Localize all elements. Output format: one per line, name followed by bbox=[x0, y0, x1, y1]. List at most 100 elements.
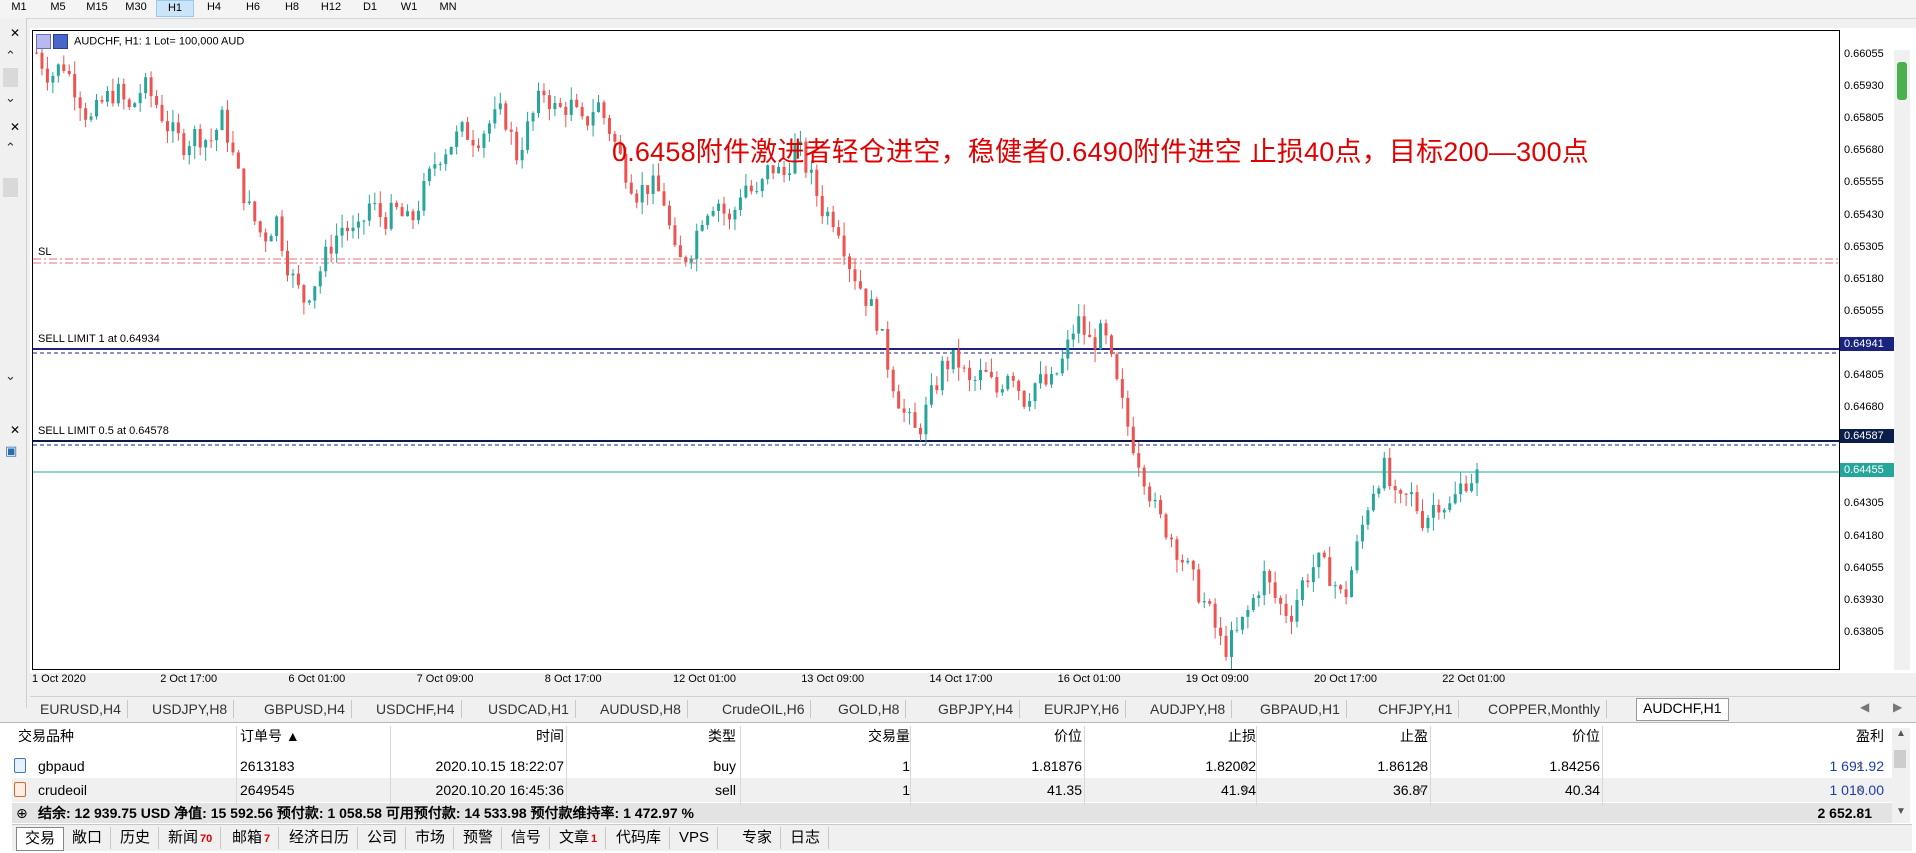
candle-body bbox=[493, 109, 497, 124]
terminal-tab[interactable]: 专家 bbox=[734, 827, 782, 849]
symbol-tab[interactable]: USDCAD,H1 bbox=[482, 700, 576, 718]
chevron-down-icon[interactable]: ⌄ bbox=[5, 368, 16, 384]
expand-icon[interactable]: ⊕ bbox=[16, 803, 28, 823]
candle-body bbox=[1371, 493, 1375, 511]
symbol-tab[interactable]: AUDJPY,H8 bbox=[1144, 700, 1233, 718]
column-header[interactable]: 交易品种 bbox=[18, 726, 198, 746]
column-header[interactable]: 订单号 ▲ bbox=[240, 726, 390, 746]
timeframe-button-m30[interactable]: M30 bbox=[117, 0, 155, 17]
close-icon[interactable]: × bbox=[1242, 754, 1250, 778]
close-icon[interactable]: ✕ bbox=[10, 120, 20, 134]
close-icon[interactable]: × bbox=[1242, 778, 1250, 802]
close-icon[interactable]: ✕ bbox=[10, 26, 20, 40]
column-separator[interactable] bbox=[1256, 726, 1257, 806]
timeframe-button-h8[interactable]: H8 bbox=[273, 0, 311, 17]
candle-body bbox=[700, 224, 704, 231]
close-icon[interactable]: × bbox=[1416, 778, 1424, 802]
column-separator[interactable] bbox=[1602, 726, 1603, 806]
signal-strength-indicator[interactable] bbox=[1897, 62, 1907, 100]
candle-body bbox=[40, 52, 44, 69]
chart-window-icon[interactable]: ▣ bbox=[5, 443, 17, 459]
chevron-up-icon[interactable]: ⌃ bbox=[5, 140, 16, 156]
timeframe-button-m1[interactable]: M1 bbox=[0, 0, 38, 17]
column-header[interactable]: 交易量 bbox=[742, 726, 910, 746]
candle-body bbox=[929, 385, 933, 405]
symbol-tab[interactable]: GBPUSD,H4 bbox=[258, 700, 352, 718]
terminal-tab[interactable]: 信号 bbox=[503, 827, 551, 849]
tab-scroll-right-icon[interactable]: ▶ bbox=[1893, 700, 1902, 714]
column-header[interactable]: 价位 bbox=[1432, 726, 1600, 746]
terminal-tab[interactable]: 日志 bbox=[782, 827, 830, 849]
column-header[interactable]: 止盈 bbox=[1258, 726, 1428, 746]
chevron-up-icon[interactable]: ⌃ bbox=[5, 48, 16, 64]
terminal-tab[interactable]: 邮箱 7 bbox=[224, 827, 280, 849]
candle-body bbox=[1175, 539, 1179, 560]
symbol-tab[interactable]: EURUSD,H4 bbox=[34, 700, 128, 718]
candle-body bbox=[236, 152, 240, 169]
navigator-strip: ✕ ⌃ ⌄ ✕ ⌃ ⌄ ✕ ▣ bbox=[0, 18, 27, 708]
column-separator[interactable] bbox=[236, 726, 237, 806]
terminal-tab[interactable]: 市场 bbox=[407, 827, 455, 849]
terminal-tab[interactable]: 敞口 bbox=[64, 827, 112, 849]
close-icon[interactable]: × bbox=[1416, 754, 1424, 778]
terminal-tab[interactable]: 历史 bbox=[112, 827, 160, 849]
timeframe-button-m5[interactable]: M5 bbox=[39, 0, 77, 17]
symbol-tab[interactable]: AUDUSD,H8 bbox=[594, 700, 688, 718]
chevron-down-icon[interactable]: ⌄ bbox=[5, 90, 16, 106]
tab-scroll-left-icon[interactable]: ◀ bbox=[1860, 700, 1869, 714]
symbol-tab[interactable]: GOLD,H8 bbox=[832, 700, 907, 718]
close-icon[interactable]: × bbox=[1856, 754, 1864, 778]
column-separator[interactable] bbox=[1430, 726, 1431, 806]
close-icon[interactable]: ✕ bbox=[10, 423, 20, 437]
column-header[interactable]: 时间 bbox=[392, 726, 564, 746]
candle-body bbox=[1120, 379, 1124, 398]
terminal-tab[interactable]: 文章 1 bbox=[551, 827, 607, 849]
symbol-tab[interactable]: GBPAUD,H1 bbox=[1254, 700, 1347, 718]
column-header[interactable]: 价位 bbox=[912, 726, 1082, 746]
timeframe-button-h12[interactable]: H12 bbox=[312, 0, 350, 17]
timeframe-button-m15[interactable]: M15 bbox=[78, 0, 116, 17]
timeframe-button-h1[interactable]: H1 bbox=[156, 0, 194, 17]
symbol-tab[interactable]: USDJPY,H8 bbox=[146, 700, 235, 718]
column-header[interactable]: 类型 bbox=[568, 726, 736, 746]
timeframe-button-w1[interactable]: W1 bbox=[390, 0, 428, 17]
terminal-scrollbar[interactable]: ▲ ▼ bbox=[1892, 728, 1910, 823]
symbol-tab[interactable]: CHFJPY,H1 bbox=[1372, 700, 1460, 718]
terminal-tab[interactable]: 经济日历 bbox=[281, 827, 359, 849]
symbol-tab[interactable]: GBPJPY,H4 bbox=[932, 700, 1021, 718]
terminal-tab[interactable]: 代码库 bbox=[608, 827, 671, 849]
candle-body bbox=[1071, 333, 1075, 340]
column-header[interactable]: 盈利 bbox=[1604, 726, 1884, 746]
column-separator[interactable] bbox=[566, 726, 567, 806]
chart-menu-icon[interactable] bbox=[36, 34, 51, 49]
column-separator[interactable] bbox=[740, 726, 741, 806]
symbol-tab[interactable]: COPPER,Monthly bbox=[1482, 700, 1608, 718]
candle-body bbox=[275, 216, 279, 236]
terminal-tab[interactable]: 预警 bbox=[455, 827, 503, 849]
terminal-tab[interactable]: 公司 bbox=[359, 827, 407, 849]
terminal-tabs: 交易 敞口 历史 新闻 70 邮箱 7 经济日历 公司 市场 预警 信号 文章 1 代码库 VPS 专家 日志 bbox=[12, 824, 1912, 851]
timeframe-button-mn[interactable]: MN bbox=[429, 0, 467, 17]
terminal-tab[interactable]: VPS bbox=[671, 827, 719, 849]
symbol-tab[interactable]: EURJPY,H6 bbox=[1038, 700, 1127, 718]
chart-plot-area[interactable] bbox=[32, 30, 1840, 670]
timeframe-button-d1[interactable]: D1 bbox=[351, 0, 389, 17]
candle-body bbox=[193, 129, 197, 147]
candle-body bbox=[553, 102, 557, 110]
terminal-tab[interactable]: 新闻 70 bbox=[160, 827, 222, 849]
column-header[interactable]: 止损 bbox=[1086, 726, 1256, 746]
column-separator[interactable] bbox=[1084, 726, 1085, 806]
column-separator[interactable] bbox=[910, 726, 911, 806]
timeframe-button-h4[interactable]: H4 bbox=[195, 0, 233, 17]
symbol-tab[interactable]: AUDCHF,H1 bbox=[1636, 698, 1729, 721]
symbol-tab[interactable]: CrudeOIL,H6 bbox=[716, 700, 812, 718]
symbol-tab[interactable]: USDCHF,H4 bbox=[370, 700, 462, 718]
terminal-tab[interactable]: 交易 bbox=[16, 827, 65, 851]
one-click-trading-icon[interactable] bbox=[53, 34, 68, 49]
close-icon[interactable]: × bbox=[1856, 778, 1864, 802]
timeframe-button-h6[interactable]: H6 bbox=[234, 0, 272, 17]
column-separator[interactable] bbox=[390, 726, 391, 806]
candle-body bbox=[597, 102, 601, 113]
scroll-thumb[interactable] bbox=[3, 178, 18, 197]
scroll-thumb[interactable] bbox=[3, 68, 18, 87]
